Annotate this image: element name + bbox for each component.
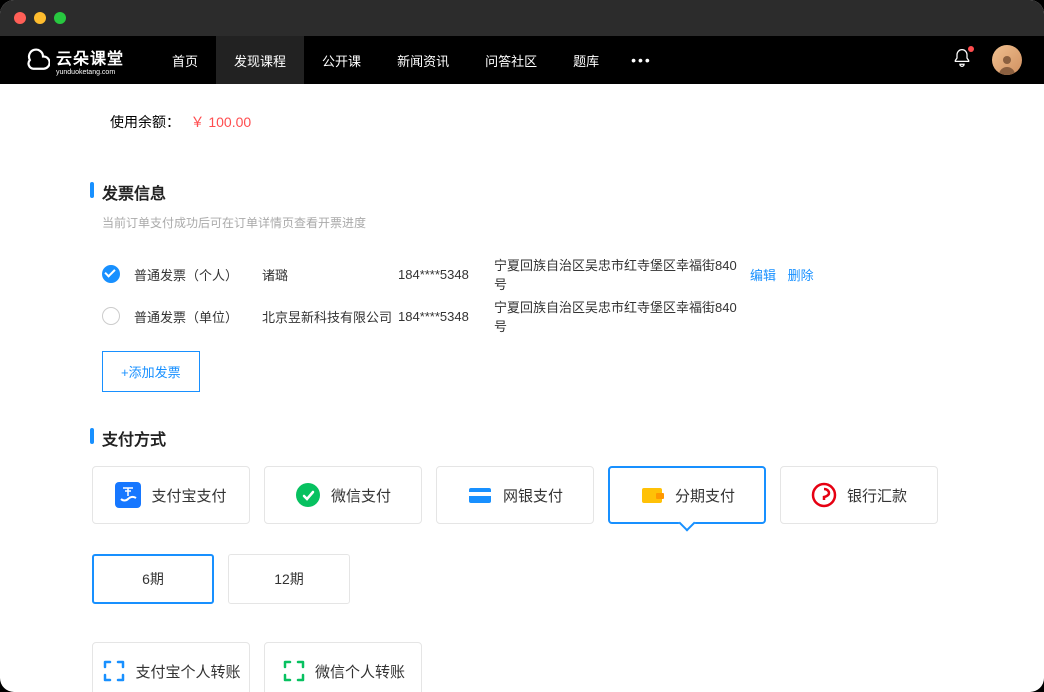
nav: 首页 发现课程 公开课 新闻资讯 问答社区 题库 ••• bbox=[154, 36, 666, 84]
invoice-row[interactable]: 普通发票（个人） 诸璐 184****5348 宁夏回族自治区吴忠市红寺堡区幸福… bbox=[90, 253, 954, 295]
payment-methods: 支付宝支付 微信支付 网银支付 bbox=[90, 466, 954, 524]
pay-label: 支付宝支付 bbox=[151, 485, 226, 506]
invoice-row[interactable]: 普通发票（单位） 北京昱新科技有限公司 184****5348 宁夏回族自治区吴… bbox=[90, 295, 954, 337]
brand-sub: yunduoketang.com bbox=[56, 69, 124, 76]
transfer-label: 支付宝个人转账 bbox=[135, 661, 240, 682]
minimize-window-icon[interactable] bbox=[34, 12, 46, 24]
nav-more-icon[interactable]: ••• bbox=[617, 36, 666, 84]
add-invoice-button[interactable]: +添加发票 bbox=[102, 351, 200, 392]
nav-home[interactable]: 首页 bbox=[154, 36, 216, 84]
invoice-type: 普通发票（单位） bbox=[134, 307, 262, 326]
bank-card-icon bbox=[467, 482, 493, 508]
pay-method-alipay[interactable]: 支付宝支付 bbox=[92, 466, 250, 524]
scan-wechat-icon bbox=[281, 658, 307, 684]
pay-method-bank-online[interactable]: 网银支付 bbox=[436, 466, 594, 524]
balance-box: 使用余额： ￥ 100.00 bbox=[90, 84, 954, 160]
payment-title: 支付方式 bbox=[90, 426, 954, 450]
close-window-icon[interactable] bbox=[14, 12, 26, 24]
payment-section: 支付方式 支付宝支付 微信支付 bbox=[90, 426, 954, 692]
alipay-icon bbox=[115, 482, 141, 508]
balance-amount: ￥ 100.00 bbox=[190, 114, 251, 130]
nav-qa[interactable]: 问答社区 bbox=[467, 36, 555, 84]
pay-label: 网银支付 bbox=[503, 485, 563, 506]
transfer-alipay[interactable]: 支付宝个人转账 bbox=[92, 642, 250, 692]
installment-periods: 6期 12期 bbox=[90, 554, 954, 604]
invoice-radio[interactable] bbox=[102, 307, 120, 325]
nav-public-class[interactable]: 公开课 bbox=[304, 36, 379, 84]
titlebar bbox=[0, 0, 1044, 36]
invoice-hint: 当前订单支付成功后可在订单详情页查看开票进度 bbox=[90, 214, 954, 231]
header: 云朵课堂 yunduoketang.com 首页 发现课程 公开课 新闻资讯 问… bbox=[0, 36, 1044, 84]
pay-label: 微信支付 bbox=[331, 485, 391, 506]
invoice-type: 普通发票（个人） bbox=[134, 265, 262, 284]
maximize-window-icon[interactable] bbox=[54, 12, 66, 24]
wallet-icon bbox=[639, 482, 665, 508]
app-window: 云朵课堂 yunduoketang.com 首页 发现课程 公开课 新闻资讯 问… bbox=[0, 0, 1044, 692]
invoice-delete-link[interactable]: 删除 bbox=[788, 268, 814, 283]
transfer-label: 微信个人转账 bbox=[315, 661, 405, 682]
cloud-logo-icon bbox=[22, 46, 50, 74]
invoice-phone: 184****5348 bbox=[398, 267, 494, 282]
balance-label: 使用余额： bbox=[110, 114, 180, 130]
invoice-address: 宁夏回族自治区吴忠市红寺堡区幸福街840号 bbox=[494, 255, 744, 293]
logo[interactable]: 云朵课堂 yunduoketang.com bbox=[22, 45, 124, 76]
brand-name: 云朵课堂 bbox=[56, 51, 124, 68]
transfer-wechat[interactable]: 微信个人转账 bbox=[264, 642, 422, 692]
invoice-radio[interactable] bbox=[102, 265, 120, 283]
notifications-button[interactable] bbox=[952, 48, 972, 73]
pay-method-wechat[interactable]: 微信支付 bbox=[264, 466, 422, 524]
transfer-methods: 支付宝个人转账 微信个人转账 bbox=[90, 642, 954, 692]
invoice-actions: 编辑 删除 bbox=[750, 265, 822, 284]
pay-method-installment[interactable]: 分期支付 bbox=[608, 466, 766, 524]
nav-discover-courses[interactable]: 发现课程 bbox=[216, 36, 304, 84]
invoice-address: 宁夏回族自治区吴忠市红寺堡区幸福街840号 bbox=[494, 297, 744, 335]
nav-question-bank[interactable]: 题库 bbox=[555, 36, 617, 84]
bank-icon bbox=[811, 482, 837, 508]
period-6[interactable]: 6期 bbox=[92, 554, 214, 604]
wechat-icon bbox=[295, 482, 321, 508]
notification-badge bbox=[968, 46, 974, 52]
invoice-edit-link[interactable]: 编辑 bbox=[750, 268, 776, 283]
pay-label: 银行汇款 bbox=[847, 485, 907, 506]
invoice-name: 北京昱新科技有限公司 bbox=[262, 307, 398, 326]
invoice-section: 发票信息 当前订单支付成功后可在订单详情页查看开票进度 普通发票（个人） 诸璐 … bbox=[90, 180, 954, 406]
invoice-phone: 184****5348 bbox=[398, 309, 494, 324]
period-12[interactable]: 12期 bbox=[228, 554, 350, 604]
invoice-name: 诸璐 bbox=[262, 265, 398, 284]
pay-label: 分期支付 bbox=[675, 485, 735, 506]
avatar[interactable] bbox=[992, 45, 1022, 75]
scan-alipay-icon bbox=[101, 658, 127, 684]
invoice-title: 发票信息 bbox=[90, 180, 954, 204]
pay-method-bank-transfer[interactable]: 银行汇款 bbox=[780, 466, 938, 524]
main-content: 使用余额： ￥ 100.00 发票信息 当前订单支付成功后可在订单详情页查看开票… bbox=[0, 84, 1044, 692]
nav-news[interactable]: 新闻资讯 bbox=[379, 36, 467, 84]
